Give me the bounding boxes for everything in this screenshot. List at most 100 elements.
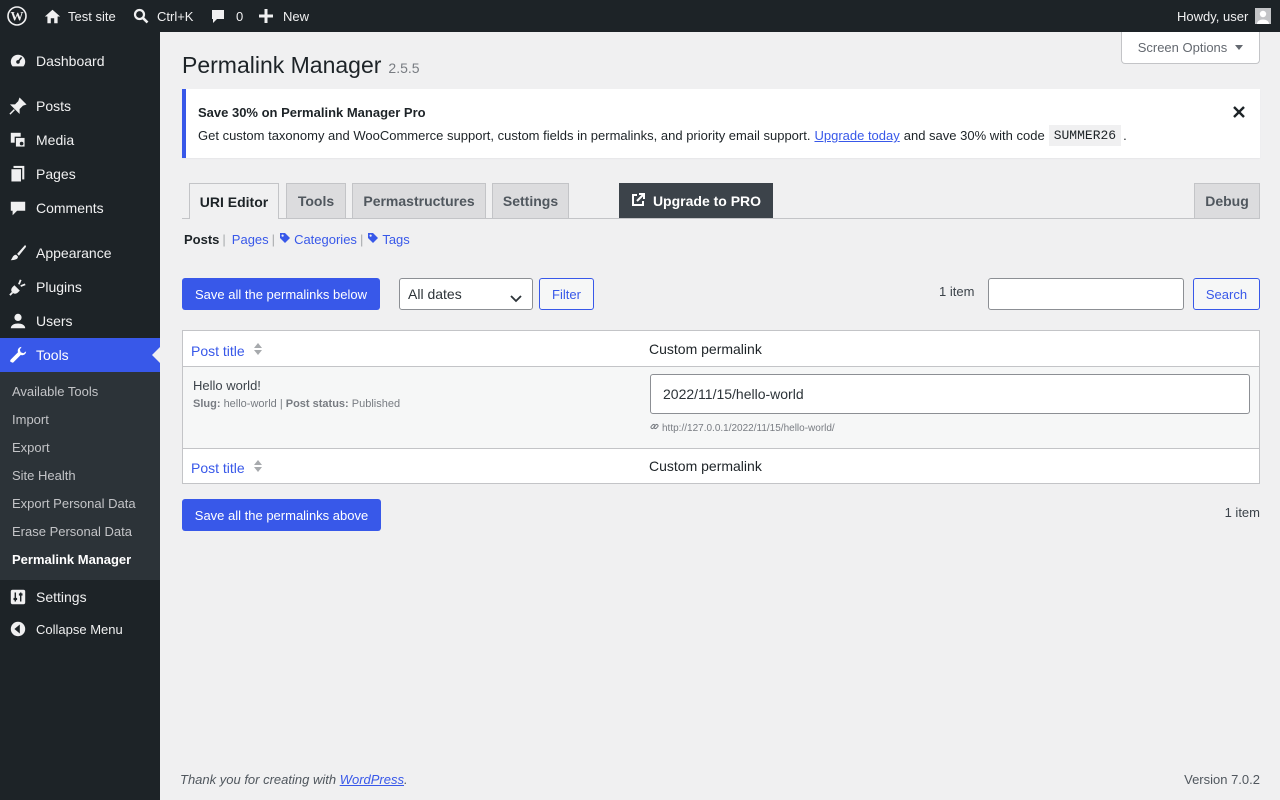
coupon-code: SUMMER26 — [1048, 125, 1122, 146]
account-menu[interactable]: Howdy, user — [1177, 0, 1272, 32]
filter-button[interactable]: Filter — [539, 278, 594, 310]
upgrade-today-link[interactable]: Upgrade today — [814, 128, 899, 143]
slug-label: Slug: — [193, 398, 221, 410]
menu-label-collapse: Collapse Menu — [36, 621, 123, 637]
submenu-export-personal-data[interactable]: Export Personal Data — [12, 496, 136, 511]
brush-icon — [9, 244, 27, 262]
sliders-icon — [9, 588, 27, 606]
slug-value: hello-world — [223, 398, 277, 410]
search-input[interactable] — [988, 278, 1184, 310]
new-content-link[interactable]: New — [259, 0, 309, 32]
media-icon — [9, 131, 27, 149]
tab-uri-editor[interactable]: URI Editor — [189, 183, 279, 219]
menu-item-plugins[interactable]: Plugins — [0, 270, 160, 304]
tab-label-uri-editor: URI Editor — [199, 193, 269, 210]
item-count-top: 1 item — [939, 284, 975, 299]
plug-icon — [9, 278, 27, 296]
row-post-title: Hello world! — [193, 378, 261, 393]
menu-item-pages[interactable]: Pages — [0, 157, 160, 191]
submenu-import[interactable]: Import — [12, 412, 49, 427]
tab-tools[interactable]: Tools — [286, 183, 346, 218]
filter-pages[interactable]: Pages — [232, 232, 269, 247]
caret-down-icon — [1235, 45, 1244, 50]
howdy-label: Howdy, user — [1177, 8, 1249, 24]
notice-period: . — [1123, 128, 1127, 143]
notice-body: Get custom taxonomy and WooCommerce supp… — [198, 125, 1127, 146]
column-post-title-sort-footer[interactable]: Post title — [191, 458, 263, 477]
tag-icon — [279, 232, 291, 247]
tab-debug[interactable]: Debug — [1194, 183, 1260, 218]
item-count-bottom: 1 item — [1224, 505, 1260, 520]
filter-posts[interactable]: Posts — [184, 232, 219, 247]
table-header: Post title Custom permalink — [183, 331, 1259, 367]
footer-thanks-period: . — [404, 772, 408, 787]
pages-icon — [9, 165, 27, 183]
new-label: New — [283, 8, 310, 24]
collapse-menu-button[interactable]: Collapse Menu — [0, 612, 160, 646]
tab-label-tools: Tools — [297, 193, 335, 209]
status-label: Post status: — [285, 398, 349, 410]
filter-tags[interactable]: Tags — [382, 232, 409, 247]
date-filter-select[interactable]: All dates — [399, 278, 533, 310]
save-permalinks-below-button[interactable]: Save all the permalinks below — [182, 278, 380, 310]
close-icon[interactable] — [1232, 105, 1246, 119]
comments-link[interactable]: 0 — [210, 0, 243, 32]
sort-arrows-icon — [253, 341, 263, 360]
permalink-url-wrap: http://127.0.0.1/2022/11/15/hello-world/ — [650, 422, 835, 434]
menu-label-dashboard: Dashboard — [36, 53, 105, 69]
menu-label-posts: Posts — [36, 98, 72, 114]
menu-item-media[interactable]: Media — [0, 123, 160, 157]
main-content: Screen Options Permalink Manager 2.5.5 S… — [160, 32, 1280, 800]
user-icon — [9, 312, 27, 330]
menu-label-users: Users — [36, 313, 73, 329]
submenu-available-tools[interactable]: Available Tools — [12, 384, 98, 399]
screen-options-button[interactable]: Screen Options — [1121, 32, 1260, 64]
menu-label-tools: Tools — [36, 347, 69, 363]
permalink-url[interactable]: http://127.0.0.1/2022/11/15/hello-world/ — [662, 423, 835, 434]
tab-label-settings: Settings — [502, 193, 559, 209]
submenu-erase-personal-data[interactable]: Erase Personal Data — [12, 524, 132, 539]
save-above-label: Save all the permalinks above — [194, 507, 369, 523]
menu-item-posts[interactable]: Posts — [0, 89, 160, 123]
tab-label-permastructures: Permastructures — [363, 193, 475, 209]
tab-settings[interactable]: Settings — [492, 183, 569, 218]
tab-permastructures[interactable]: Permastructures — [352, 183, 486, 218]
tab-upgrade-pro[interactable]: Upgrade to PRO — [619, 183, 773, 218]
submenu-export[interactable]: Export — [12, 440, 50, 455]
menu-item-users[interactable]: Users — [0, 304, 160, 338]
menu-item-dashboard[interactable]: Dashboard — [0, 44, 160, 78]
menu-item-appearance[interactable]: Appearance — [0, 236, 160, 270]
filter-categories[interactable]: Categories — [294, 232, 357, 247]
external-link-icon — [631, 192, 645, 210]
column-post-title-sort[interactable]: Post title — [191, 341, 263, 360]
menu-item-tools[interactable]: Tools — [0, 338, 160, 372]
wordpress-logo-icon[interactable]: W — [7, 0, 27, 32]
promo-notice: Save 30% on Permalink Manager Pro Get cu… — [182, 89, 1260, 158]
column-post-title: Post title — [191, 342, 245, 359]
column-custom-permalink: Custom permalink — [649, 341, 762, 357]
submenu-permalink-manager[interactable]: Permalink Manager — [12, 552, 131, 567]
site-name-link[interactable]: Test site — [44, 0, 116, 32]
table-footer: Post title Custom permalink — [183, 448, 1259, 483]
menu-item-comments[interactable]: Comments — [0, 191, 160, 225]
search-icon — [133, 8, 149, 24]
home-icon — [44, 8, 61, 25]
tools-submenu: Available Tools Import Export Site Healt… — [0, 372, 160, 580]
menu-label-media: Media — [36, 132, 75, 148]
menu-item-settings[interactable]: Settings — [0, 580, 160, 614]
custom-permalink-input[interactable]: 2022/11/15/hello-world — [650, 374, 1250, 414]
tab-label-debug: Debug — [1205, 193, 1249, 209]
save-permalinks-above-button[interactable]: Save all the permalinks above — [182, 499, 381, 531]
pin-icon — [9, 97, 27, 115]
date-filter-value: All dates — [408, 286, 462, 302]
menu-label-comments: Comments — [36, 200, 104, 216]
page-title-wrap: Permalink Manager 2.5.5 — [182, 52, 420, 79]
status-value: Published — [351, 398, 401, 410]
wordpress-link[interactable]: WordPress — [340, 772, 404, 787]
admin-sidebar: Dashboard Posts Media Pages Comments App… — [0, 32, 160, 800]
search-button[interactable]: Search — [1193, 278, 1260, 310]
site-name-label: Test site — [68, 8, 116, 24]
admin-bar: W Test site Ctrl+K 0 New Howdy, user — [0, 0, 1280, 32]
command-palette-button[interactable]: Ctrl+K — [133, 0, 193, 32]
submenu-site-health[interactable]: Site Health — [12, 468, 76, 483]
